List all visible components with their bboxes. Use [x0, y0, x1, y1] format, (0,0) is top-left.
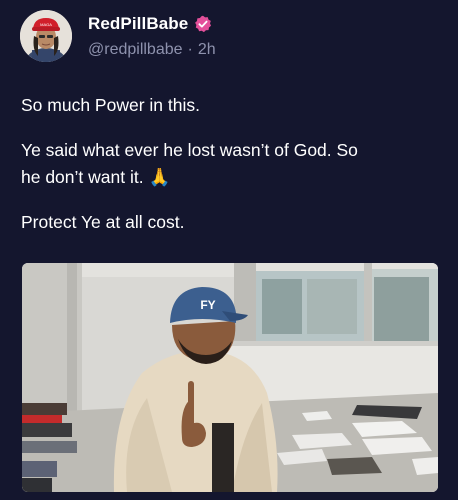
- post-header: MAGA RedPillBabe @redpillbabe · 2h: [20, 10, 440, 66]
- post-paragraph-2-line-2: he don’t want it.: [21, 167, 144, 187]
- verified-badge-icon: [194, 15, 212, 33]
- post-paragraph-2-line-1: Ye said what ever he lost wasn’t of God.…: [21, 140, 358, 160]
- avatar[interactable]: MAGA: [20, 10, 72, 62]
- praying-hands-emoji: 🙏: [148, 167, 171, 187]
- author-name-row: RedPillBabe: [88, 14, 212, 34]
- post-card: MAGA RedPillBabe @redpillbabe · 2h So mu…: [0, 0, 458, 500]
- svg-text:MAGA: MAGA: [40, 22, 52, 27]
- post-paragraph-1: So much Power in this.: [21, 95, 200, 115]
- cap-text: FY: [200, 298, 215, 312]
- author-display-name[interactable]: RedPillBabe: [88, 14, 188, 34]
- video-frame-image: FY: [22, 263, 438, 492]
- post-paragraph-2: Ye said what ever he lost wasn’t of God.…: [21, 137, 436, 191]
- author-meta-row: @redpillbabe · 2h: [88, 41, 216, 59]
- meta-separator: ·: [187, 41, 193, 58]
- post-video[interactable]: FY: [22, 263, 438, 492]
- author-handle[interactable]: @redpillbabe: [88, 41, 183, 59]
- post-body: So much Power in this. Ye said what ever…: [21, 92, 436, 254]
- post-timestamp[interactable]: 2h: [198, 41, 216, 59]
- post-paragraph-3: Protect Ye at all cost.: [21, 212, 185, 232]
- avatar-image: MAGA: [20, 10, 72, 62]
